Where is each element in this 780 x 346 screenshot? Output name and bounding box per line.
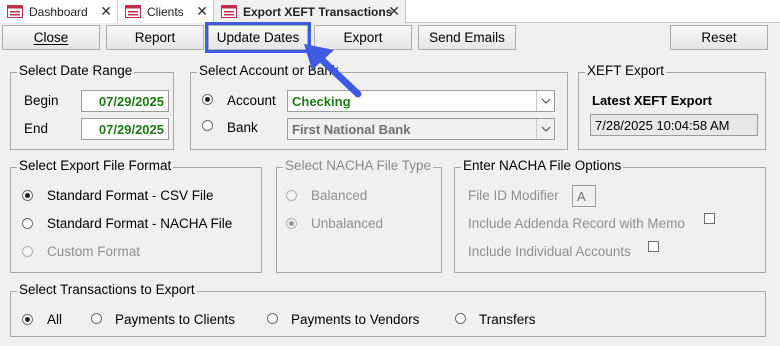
nacha-balanced-radio[interactable] [286,190,297,201]
send-emails-button-label: Send Emails [429,30,505,45]
end-date-field[interactable]: 07/29/2025 [81,118,169,140]
file-format-group: Select Export File Format Standard Forma… [10,158,262,273]
update-dates-button-label: Update Dates [216,30,300,45]
form-icon [125,5,141,18]
begin-date-field[interactable]: 07/29/2025 [81,90,169,112]
format-custom-label: Custom Format [47,244,141,259]
txn-clients-label: Payments to Clients [115,312,236,327]
addenda-label: Include Addenda Record with Memo [468,216,685,231]
format-csv-label: Standard Format - CSV File [47,188,214,203]
account-radio[interactable] [202,94,213,105]
form-icon [221,5,237,18]
txn-vendors-radio[interactable] [267,313,278,324]
chevron-down-icon[interactable] [536,119,554,139]
date-range-group: Select Date Range Begin 07/29/2025 End 0… [10,63,174,150]
txn-transfers-label: Transfers [479,312,536,327]
document-tab-strip: Dashboard ✕ Clients ✕ Export XEFT Transa… [0,0,780,24]
bank-value: First National Bank [292,121,411,137]
xeft-export-group: XEFT Export Latest XEFT Export 7/28/2025… [578,63,766,150]
report-button[interactable]: Report [106,25,204,50]
format-custom-radio[interactable] [22,246,33,257]
close-icon[interactable]: ✕ [388,3,400,20]
tab-export-xeft[interactable]: Export XEFT Transactions ✕ [214,0,406,24]
nacha-options-title: Enter NACHA File Options [461,158,624,173]
begin-label: Begin [24,93,59,108]
chevron-down-icon[interactable] [536,91,554,111]
close-icon[interactable]: ✕ [196,3,208,20]
file-id-field[interactable]: A [572,185,596,207]
format-nacha-radio[interactable] [22,218,33,229]
transactions-title: Select Transactions to Export [17,282,197,297]
end-label: End [24,121,49,136]
nacha-unbalanced-label: Unbalanced [311,216,384,231]
reset-button-label: Reset [701,30,737,45]
nacha-type-group: Select NACHA File Type Balanced Unbalanc… [276,158,442,273]
txn-vendors-label: Payments to Vendors [291,312,420,327]
date-range-title: Select Date Range [17,63,135,78]
tab-dashboard[interactable]: Dashboard ✕ [0,0,118,23]
latest-xeft-value: 7/28/2025 10:04:58 AM [590,114,758,136]
nacha-options-group: Enter NACHA File Options File ID Modifie… [454,158,766,273]
nacha-type-title: Select NACHA File Type [283,158,434,173]
xeft-export-title: XEFT Export [585,63,667,78]
file-format-title: Select Export File Format [17,158,174,173]
individual-accounts-checkbox[interactable] [648,241,659,252]
bank-combobox[interactable]: First National Bank [287,118,555,140]
form-icon [7,5,23,18]
close-icon[interactable]: ✕ [100,3,112,20]
nacha-unbalanced-radio[interactable] [286,218,297,229]
tab-label: Export XEFT Transactions [243,4,393,19]
pointer-arrow-icon [304,44,362,98]
account-label: Account [227,93,276,108]
bank-label: Bank [227,120,258,135]
latest-xeft-label: Latest XEFT Export [592,93,712,108]
txn-transfers-radio[interactable] [455,313,466,324]
reset-button[interactable]: Reset [670,25,768,50]
tab-label: Clients [147,4,184,19]
tab-clients[interactable]: Clients ✕ [118,0,214,23]
update-dates-button[interactable]: Update Dates [205,22,311,53]
close-button[interactable]: Close [2,25,100,50]
txn-all-label: All [47,312,63,327]
addenda-checkbox[interactable] [704,213,715,224]
format-nacha-label: Standard Format - NACHA File [47,216,233,231]
individual-accounts-label: Include Individual Accounts [468,244,631,259]
send-emails-button[interactable]: Send Emails [418,25,516,50]
txn-clients-radio[interactable] [91,313,102,324]
format-csv-radio[interactable] [22,190,33,201]
tab-label: Dashboard [29,4,88,19]
account-bank-group: Select Account or Bank Account Checking … [190,63,568,150]
nacha-balanced-label: Balanced [311,188,368,203]
report-button-label: Report [134,30,176,45]
transactions-group: Select Transactions to Export All Paymen… [10,282,766,337]
file-id-label: File ID Modifier [468,188,559,203]
txn-all-radio[interactable] [22,314,33,325]
close-button-label: Close [33,30,69,45]
bank-radio[interactable] [202,120,213,131]
